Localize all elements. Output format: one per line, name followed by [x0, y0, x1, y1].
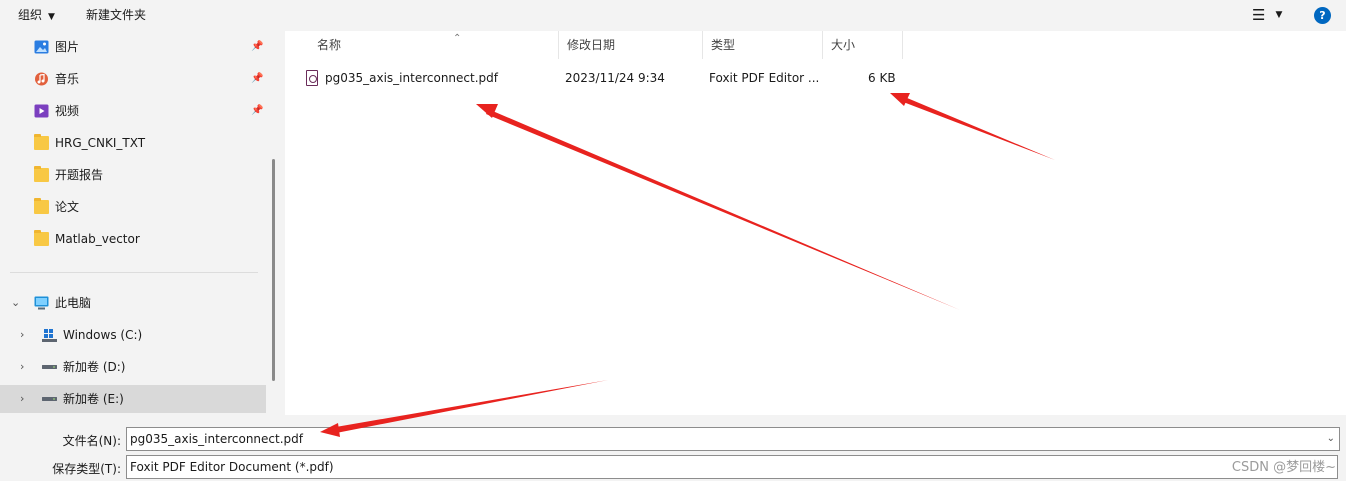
videos-icon — [34, 104, 49, 118]
filename-input[interactable]: pg035_axis_interconnect.pdf ⌄ — [126, 427, 1340, 451]
filename-value: pg035_axis_interconnect.pdf — [130, 432, 303, 446]
column-header-type[interactable]: 类型 — [703, 31, 823, 59]
sidebar-item-label: Matlab_vector — [55, 232, 140, 246]
sidebar-item-drive-e[interactable]: › 新加卷 (E:) — [0, 385, 266, 413]
folder-icon — [34, 166, 49, 182]
sidebar-item-label: 视频 — [55, 104, 80, 118]
computer-icon — [34, 296, 49, 310]
column-header-name[interactable]: ⌃ 名称 — [309, 31, 559, 59]
chevron-down-icon[interactable]: ⌄ — [11, 289, 20, 317]
sidebar-item-label: HRG_CNKI_TXT — [55, 136, 146, 150]
watermark: CSDN @梦回楼~ — [1231, 460, 1336, 475]
sidebar-item-folder[interactable]: HRG_CNKI_TXT — [0, 129, 266, 157]
sidebar-item-folder[interactable]: 开题报告 — [0, 161, 266, 189]
filetype-label: 保存类型(T): — [52, 462, 121, 476]
file-name: pg035_axis_interconnect.pdf — [325, 71, 498, 85]
chevron-down-icon[interactable]: ⌄ — [1327, 428, 1335, 450]
pin-icon[interactable]: 📌 — [251, 97, 263, 125]
sidebar-item-drive-c[interactable]: › Windows (C:) — [0, 321, 266, 349]
sidebar-item-drive-d[interactable]: › 新加卷 (D:) — [0, 353, 266, 381]
sort-ascending-icon: ⌃ — [453, 33, 462, 44]
pictures-icon — [34, 40, 49, 54]
chevron-right-icon[interactable]: › — [20, 385, 24, 413]
sidebar-item-folder[interactable]: 论文 — [0, 193, 266, 221]
filetype-select[interactable]: Foxit PDF Editor Document (*.pdf) — [126, 455, 1338, 479]
music-icon — [35, 72, 48, 86]
chevron-down-icon: ▼ — [48, 12, 55, 22]
file-list: ⌃ 名称 修改日期 类型 大小 pg035_axis_interconnect.… — [285, 31, 1346, 415]
help-icon[interactable]: ? — [1314, 7, 1331, 24]
filename-label: 文件名(N): — [62, 434, 121, 448]
folder-icon — [34, 198, 49, 214]
sidebar-item-label: 音乐 — [55, 72, 80, 86]
pin-icon[interactable]: 📌 — [251, 65, 263, 93]
sidebar-item-label: 论文 — [55, 200, 80, 214]
file-size: 6 KB — [868, 71, 896, 85]
sidebar-divider — [10, 272, 258, 273]
sidebar-item-label: 新加卷 (D:) — [63, 360, 126, 374]
sidebar-item-label: 此电脑 — [55, 296, 92, 310]
new-folder-button[interactable]: 新建文件夹 — [86, 0, 146, 31]
folder-icon — [34, 134, 49, 150]
table-row[interactable]: pg035_axis_interconnect.pdf 2023/11/24 9… — [300, 64, 900, 92]
sidebar-item-pictures[interactable]: 图片 📌 — [0, 33, 266, 61]
pdf-file-icon — [306, 70, 318, 86]
filename-label-wrap: 文件名(N): — [0, 429, 121, 449]
filetype-value: Foxit PDF Editor Document (*.pdf) — [130, 460, 334, 474]
view-options-button[interactable]: ☰ ▼ — [1252, 0, 1282, 31]
sidebar-item-music[interactable]: 音乐 📌 — [0, 65, 266, 93]
drive-icon — [42, 365, 57, 369]
organize-label: 组织 — [18, 8, 43, 22]
sidebar-item-folder[interactable]: Matlab_vector — [0, 225, 266, 253]
column-header-size[interactable]: 大小 — [823, 31, 903, 59]
filetype-label-wrap: 保存类型(T): — [0, 457, 121, 477]
chevron-down-icon: ▼ — [1275, 10, 1283, 20]
toolbar: 组织 ▼ 新建文件夹 ☰ ▼ ? — [0, 0, 1346, 31]
sidebar-item-this-pc[interactable]: ⌄ 此电脑 — [0, 289, 266, 317]
chevron-right-icon[interactable]: › — [20, 321, 24, 349]
sidebar-scrollbar[interactable] — [272, 159, 275, 381]
file-modified: 2023/11/24 9:34 — [565, 71, 665, 85]
save-form: 文件名(N): pg035_axis_interconnect.pdf ⌄ 保存… — [0, 415, 1346, 481]
file-type: Foxit PDF Editor ... — [709, 71, 820, 85]
pin-icon[interactable]: 📌 — [251, 33, 263, 61]
sidebar-item-videos[interactable]: 视频 📌 — [0, 97, 266, 125]
list-view-icon: ☰ — [1252, 6, 1266, 24]
windows-drive-icon — [42, 329, 57, 342]
drive-icon — [42, 397, 57, 401]
chevron-right-icon[interactable]: › — [20, 353, 24, 381]
sidebar-item-label: 图片 — [55, 40, 80, 54]
organize-button[interactable]: 组织 ▼ — [18, 0, 55, 31]
folder-icon — [34, 230, 49, 246]
column-header-modified[interactable]: 修改日期 — [559, 31, 703, 59]
navigation-pane: 图片 📌 音乐 📌 视频 📌 HRG_CNKI_TXT 开题报告 论文 Matl… — [0, 31, 285, 415]
sidebar-item-label: 新加卷 (E:) — [63, 392, 124, 406]
sidebar-item-label: Windows (C:) — [63, 328, 143, 342]
sidebar-item-label: 开题报告 — [55, 168, 104, 182]
